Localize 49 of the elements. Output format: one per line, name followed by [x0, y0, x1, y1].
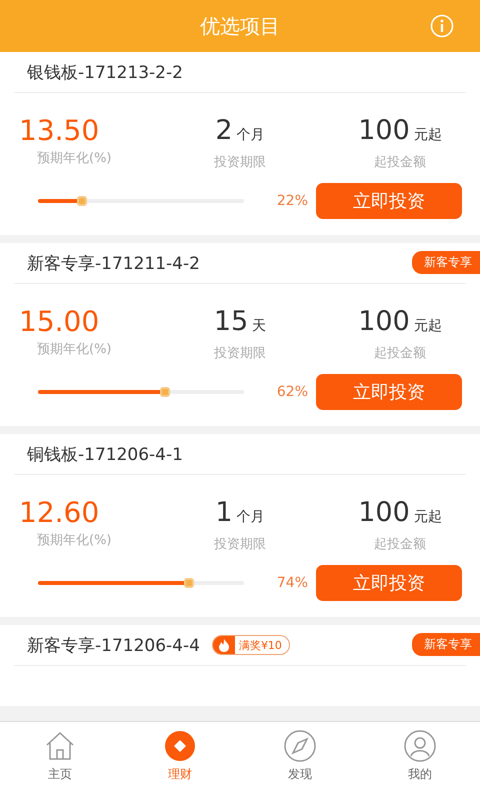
progress-thumb [184, 578, 194, 588]
progress-percent: 22% [276, 193, 308, 209]
term-label: 投资期限 [214, 345, 266, 362]
term-label: 投资期限 [214, 536, 266, 553]
compass-icon [284, 730, 316, 762]
term-value: 2 个月 [215, 115, 265, 148]
rate-label: 预期年化(%) [36, 341, 112, 358]
flame-icon [218, 638, 229, 652]
invest-button[interactable]: 立即投资 [316, 183, 462, 219]
min-amount-label: 起投金额 [374, 536, 426, 553]
progress-thumb [77, 196, 88, 206]
nav-tab[interactable]: 我的 [360, 722, 480, 800]
min-amount: 100 元起 [358, 115, 442, 148]
project-card[interactable]: 银钱板-171213-2-2 13.50 预期年化(%) 2 个月 投资期限 100 元起 起投金额 22% 立即投资 [0, 52, 480, 235]
progress-thumb [160, 387, 170, 397]
progress-percent: 74% [276, 575, 308, 591]
rate-value: 13.50 [19, 115, 100, 147]
project-name: 铜钱板-171206-4-1 [26, 444, 183, 466]
page-title: 优选项目 [200, 12, 280, 40]
rate-value: 15.00 [19, 306, 100, 338]
min-amount-label: 起投金额 [374, 345, 426, 362]
term-label: 投资期限 [214, 154, 266, 171]
rate-label: 预期年化(%) [36, 532, 112, 549]
project-name: 新客专享-171206-4-4 [26, 634, 200, 656]
progress-percent: 62% [276, 384, 308, 400]
project-card[interactable]: 新客专享-171206-4-4 满奖¥10 新客专享 [0, 625, 480, 706]
diamond-coin-icon [164, 730, 196, 762]
rate-label: 预期年化(%) [36, 150, 112, 167]
invest-button[interactable]: 立即投资 [316, 374, 462, 410]
project-name: 银钱板-171213-2-2 [26, 62, 183, 84]
project-card[interactable]: 新客专享-171211-4-2 新客专享 15.00 预期年化(%) 15 天 投资期限 100 元起 起投金额 62% 立即投资 [0, 243, 480, 426]
new-user-tag: 新客专享 [412, 633, 480, 656]
term-value: 1 个月 [215, 497, 265, 530]
user-icon [404, 730, 436, 762]
rate-value: 12.60 [19, 497, 100, 529]
nav-tab[interactable]: 发现 [240, 722, 360, 800]
project-name: 新客专享-171211-4-2 [26, 252, 200, 274]
min-amount-label: 起投金额 [374, 154, 426, 171]
home-icon [44, 730, 76, 762]
bonus-badge: 满奖¥10 [212, 635, 290, 655]
nav-tab[interactable]: 主页 [0, 722, 120, 800]
min-amount: 100 元起 [358, 306, 442, 339]
project-card[interactable]: 铜钱板-171206-4-1 12.60 预期年化(%) 1 个月 投资期限 100 元起 起投金额 74% 立即投资 [0, 434, 480, 617]
invest-button[interactable]: 立即投资 [316, 565, 462, 601]
new-user-tag: 新客专享 [412, 251, 480, 274]
term-value: 15 天 [214, 306, 266, 339]
nav-tab[interactable]: 理财 [120, 722, 240, 800]
min-amount: 100 元起 [358, 497, 442, 530]
info-icon[interactable] [430, 14, 454, 38]
